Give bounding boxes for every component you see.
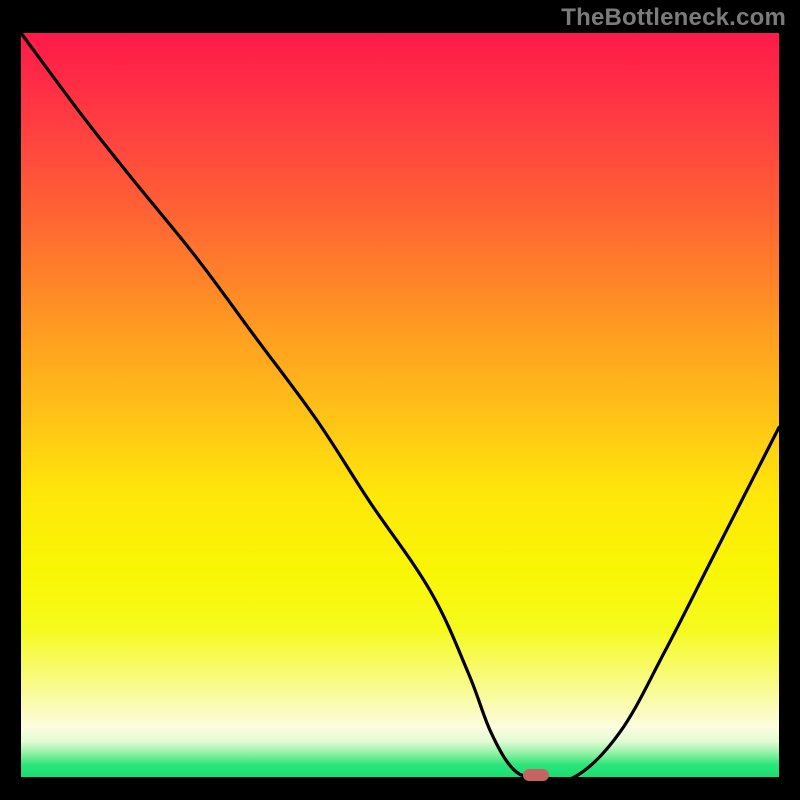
- optimal-point-marker: [523, 769, 549, 781]
- watermark-text: TheBottleneck.com: [561, 4, 786, 32]
- plot-area: [21, 33, 779, 777]
- chart-stage: TheBottleneck.com: [0, 0, 800, 800]
- bottleneck-curve: [21, 33, 779, 777]
